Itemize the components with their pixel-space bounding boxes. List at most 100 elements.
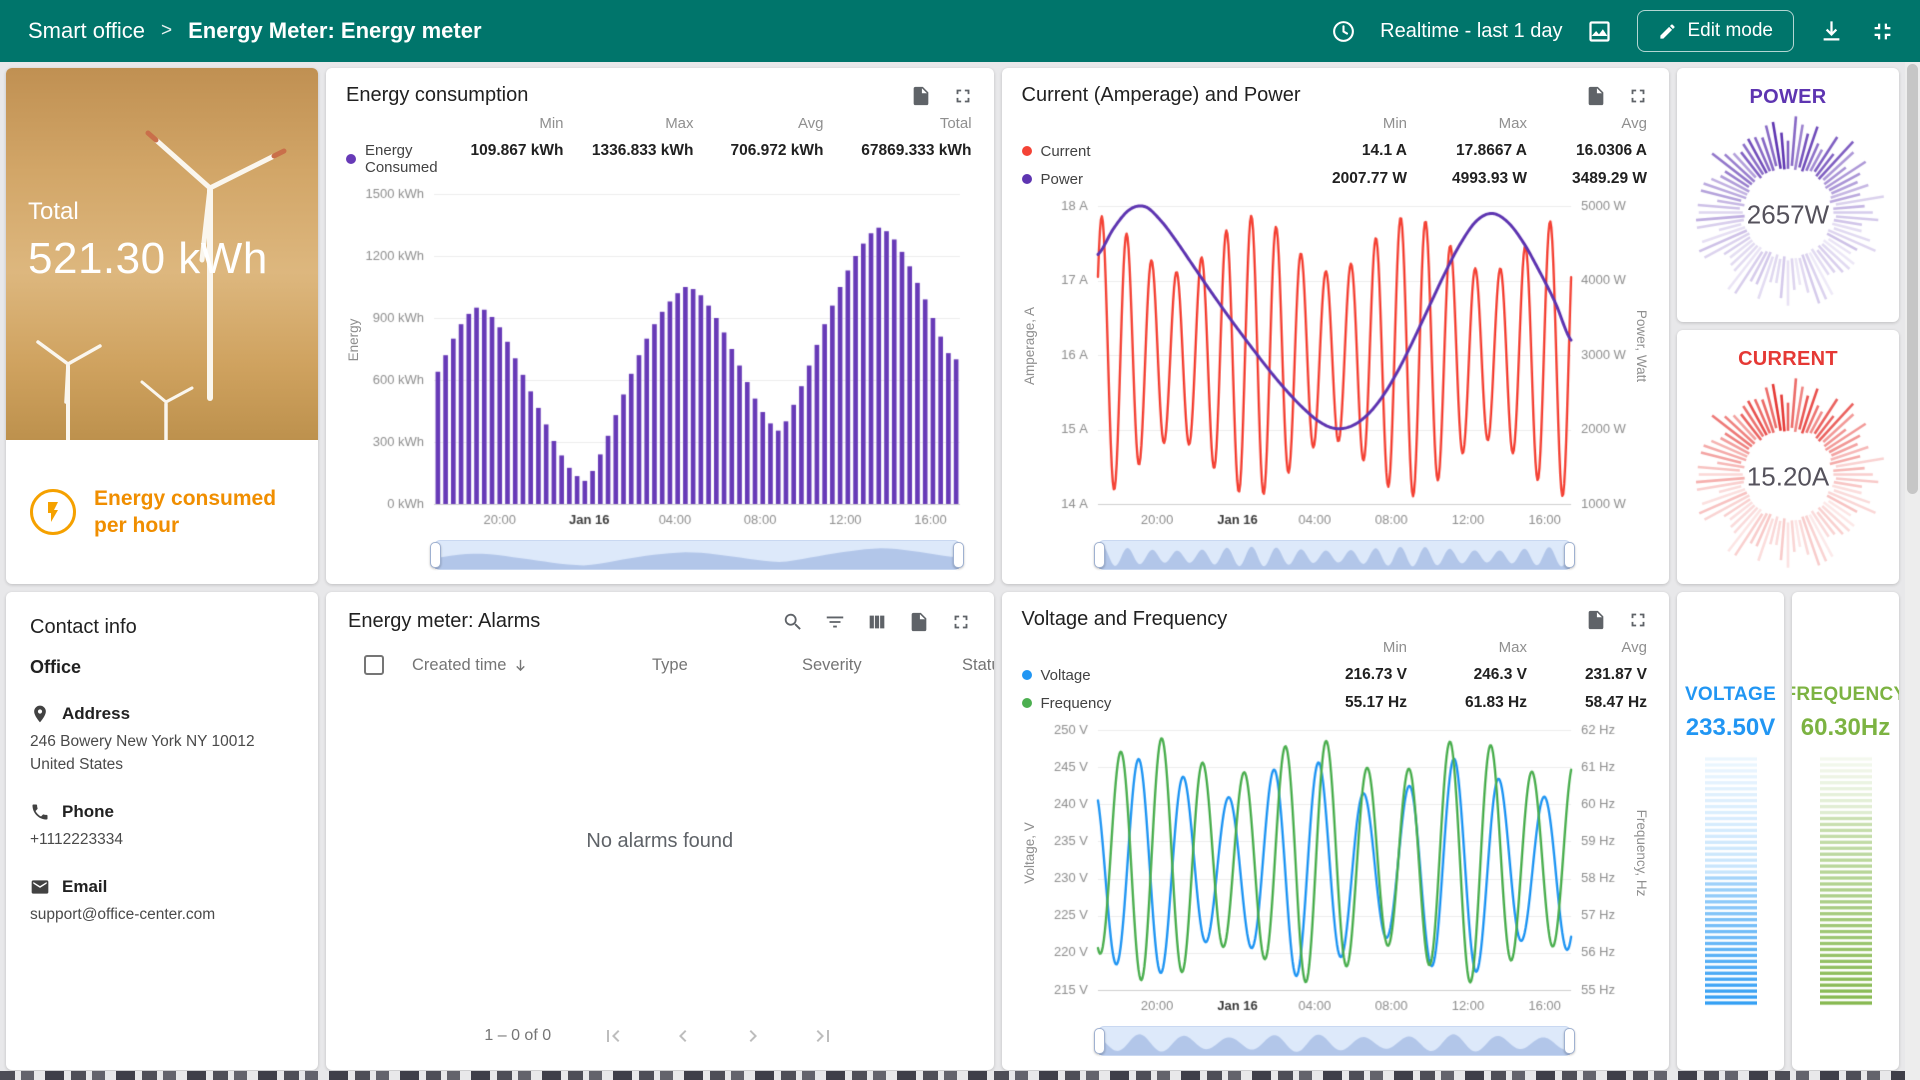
energy-consumption-widget: Energy consumption Min Max Avg Total Ene… bbox=[326, 68, 994, 584]
energy-chart-title: Energy consumption bbox=[346, 84, 528, 107]
clock-icon[interactable] bbox=[1331, 19, 1356, 44]
frequency-level-gauge[interactable] bbox=[1820, 756, 1872, 1006]
stat-header-avg: Avg bbox=[1535, 639, 1647, 656]
breadcrumb-separator: > bbox=[161, 20, 172, 42]
legend-dot bbox=[1022, 174, 1032, 184]
export-icon[interactable] bbox=[1585, 609, 1607, 631]
current-range-selector[interactable] bbox=[1098, 540, 1572, 570]
stat-header-max: Max bbox=[1415, 115, 1527, 132]
total-value: 521.30 kWh bbox=[28, 234, 268, 284]
current-gauge-title: CURRENT bbox=[1677, 348, 1899, 371]
column-created-time[interactable]: Created time bbox=[412, 656, 652, 675]
wind-turbine-photo: Total 521.30 kWh bbox=[6, 68, 318, 440]
total-energy-widget: Total 521.30 kWh Energy consumed per hou… bbox=[6, 68, 318, 584]
power-gauge-title: POWER bbox=[1677, 86, 1899, 109]
preview-right-handle[interactable] bbox=[1564, 1028, 1575, 1054]
stat-header-min: Min bbox=[1295, 639, 1407, 656]
exit-fullscreen-icon[interactable] bbox=[1869, 18, 1896, 45]
pagination-label: 1 – 0 of 0 bbox=[484, 1027, 551, 1045]
energy-preview-chart bbox=[435, 541, 959, 569]
legend-voltage[interactable]: Voltage bbox=[1022, 666, 1288, 684]
current-preview-chart bbox=[1099, 541, 1571, 569]
voltage-gauge-widget: VOLTAGE 233.50V bbox=[1677, 592, 1784, 1070]
page-scrollbar[interactable] bbox=[1905, 62, 1920, 1080]
next-page-icon[interactable] bbox=[741, 1024, 765, 1048]
stat-header-avg: Avg bbox=[1535, 115, 1647, 132]
legend-dot bbox=[1022, 698, 1032, 708]
alarms-widget: Energy meter: Alarms Created time Type S… bbox=[326, 592, 994, 1070]
image-export-icon[interactable] bbox=[1586, 18, 1613, 45]
preview-right-handle[interactable] bbox=[953, 542, 964, 568]
current-power-line-chart[interactable] bbox=[1022, 196, 1650, 530]
stat-header-max: Max bbox=[572, 115, 694, 132]
preview-left-handle[interactable] bbox=[1094, 1028, 1105, 1054]
preview-left-handle[interactable] bbox=[1094, 542, 1105, 568]
legend-frequency[interactable]: Frequency bbox=[1022, 694, 1288, 712]
stat-min: 109.867 kWh bbox=[446, 142, 564, 176]
download-icon[interactable] bbox=[1818, 18, 1845, 45]
energy-bolt-icon bbox=[30, 489, 76, 535]
stat-header-total: Total bbox=[832, 115, 972, 132]
preview-right-handle[interactable] bbox=[1564, 542, 1575, 568]
level-gauges-row: VOLTAGE 233.50V FREQUENCY 60.30Hz bbox=[1677, 592, 1899, 1070]
last-page-icon[interactable] bbox=[811, 1024, 835, 1048]
sort-desc-icon bbox=[512, 657, 529, 674]
voltage-gauge-title: VOLTAGE bbox=[1685, 684, 1776, 706]
column-type[interactable]: Type bbox=[652, 656, 802, 675]
voltage-range-selector[interactable] bbox=[1098, 1026, 1572, 1056]
energy-bar-chart[interactable] bbox=[346, 184, 974, 530]
scrollbar-thumb[interactable] bbox=[1907, 64, 1918, 494]
frequency-gauge-title: FREQUENCY bbox=[1792, 684, 1899, 706]
voltage-min: 216.73 V bbox=[1295, 666, 1407, 684]
power-gauge-value: 2657W bbox=[1747, 199, 1829, 230]
fullscreen-icon[interactable] bbox=[952, 85, 974, 107]
column-severity[interactable]: Severity bbox=[802, 656, 962, 675]
edit-mode-button[interactable]: Edit mode bbox=[1637, 10, 1794, 52]
dashboard-grid: Total 521.30 kWh Energy consumed per hou… bbox=[0, 62, 1905, 1080]
legend-dot bbox=[1022, 670, 1032, 680]
search-icon[interactable] bbox=[782, 611, 804, 633]
phone-value[interactable]: +1112223334 bbox=[30, 830, 294, 851]
select-all-checkbox[interactable] bbox=[364, 655, 384, 675]
address-line-1: 246 Bowery New York NY 10012 bbox=[30, 732, 294, 753]
legend-energy-consumed[interactable]: Energy Consumed bbox=[346, 142, 438, 176]
prev-page-icon[interactable] bbox=[671, 1024, 695, 1048]
breadcrumb-dashboard-group[interactable]: Smart office bbox=[28, 18, 145, 44]
export-icon[interactable] bbox=[910, 85, 932, 107]
legend-dot bbox=[1022, 146, 1032, 156]
power-avg: 3489.29 W bbox=[1535, 170, 1647, 188]
frequency-min: 55.17 Hz bbox=[1295, 694, 1407, 712]
voltage-avg: 231.87 V bbox=[1535, 666, 1647, 684]
preview-left-handle[interactable] bbox=[430, 542, 441, 568]
voltage-frequency-line-chart[interactable] bbox=[1022, 720, 1650, 1016]
phone-icon bbox=[30, 802, 50, 822]
voltage-preview-chart bbox=[1099, 1027, 1571, 1055]
current-power-stats: Min Max Avg Current 14.1 A 17.8667 A 16.… bbox=[1022, 115, 1648, 188]
frequency-max: 61.83 Hz bbox=[1415, 694, 1527, 712]
radial-gauges-column: POWER 2657W CURRENT 15.20A bbox=[1677, 68, 1899, 584]
energy-stats: Min Max Avg Total Energy Consumed 109.86… bbox=[346, 115, 972, 176]
app-header: Smart office > Energy Meter: Energy mete… bbox=[0, 0, 1920, 62]
fullscreen-icon[interactable] bbox=[1627, 85, 1649, 107]
column-status[interactable]: Status bbox=[962, 656, 994, 675]
fullscreen-icon[interactable] bbox=[1627, 609, 1649, 631]
contact-info-widget: Contact info Office Address 246 Bowery N… bbox=[6, 592, 318, 1070]
legend-current[interactable]: Current bbox=[1022, 142, 1288, 160]
edit-mode-label: Edit mode bbox=[1687, 20, 1773, 42]
columns-icon[interactable] bbox=[866, 611, 888, 633]
email-label: Email bbox=[62, 877, 107, 897]
first-page-icon[interactable] bbox=[601, 1024, 625, 1048]
phone-label: Phone bbox=[62, 802, 114, 822]
contact-title: Contact info bbox=[30, 616, 294, 639]
export-icon[interactable] bbox=[1585, 85, 1607, 107]
energy-range-selector[interactable] bbox=[434, 540, 960, 570]
timewindow-button[interactable]: Realtime - last 1 day bbox=[1380, 20, 1562, 43]
email-value[interactable]: support@office-center.com bbox=[30, 905, 294, 926]
filter-icon[interactable] bbox=[824, 611, 846, 633]
fullscreen-icon[interactable] bbox=[950, 611, 972, 633]
stat-header-min: Min bbox=[1295, 115, 1407, 132]
voltage-level-gauge[interactable] bbox=[1705, 756, 1757, 1006]
frequency-gauge-value: 60.30Hz bbox=[1801, 714, 1890, 742]
export-icon[interactable] bbox=[908, 611, 930, 633]
legend-power[interactable]: Power bbox=[1022, 170, 1288, 188]
